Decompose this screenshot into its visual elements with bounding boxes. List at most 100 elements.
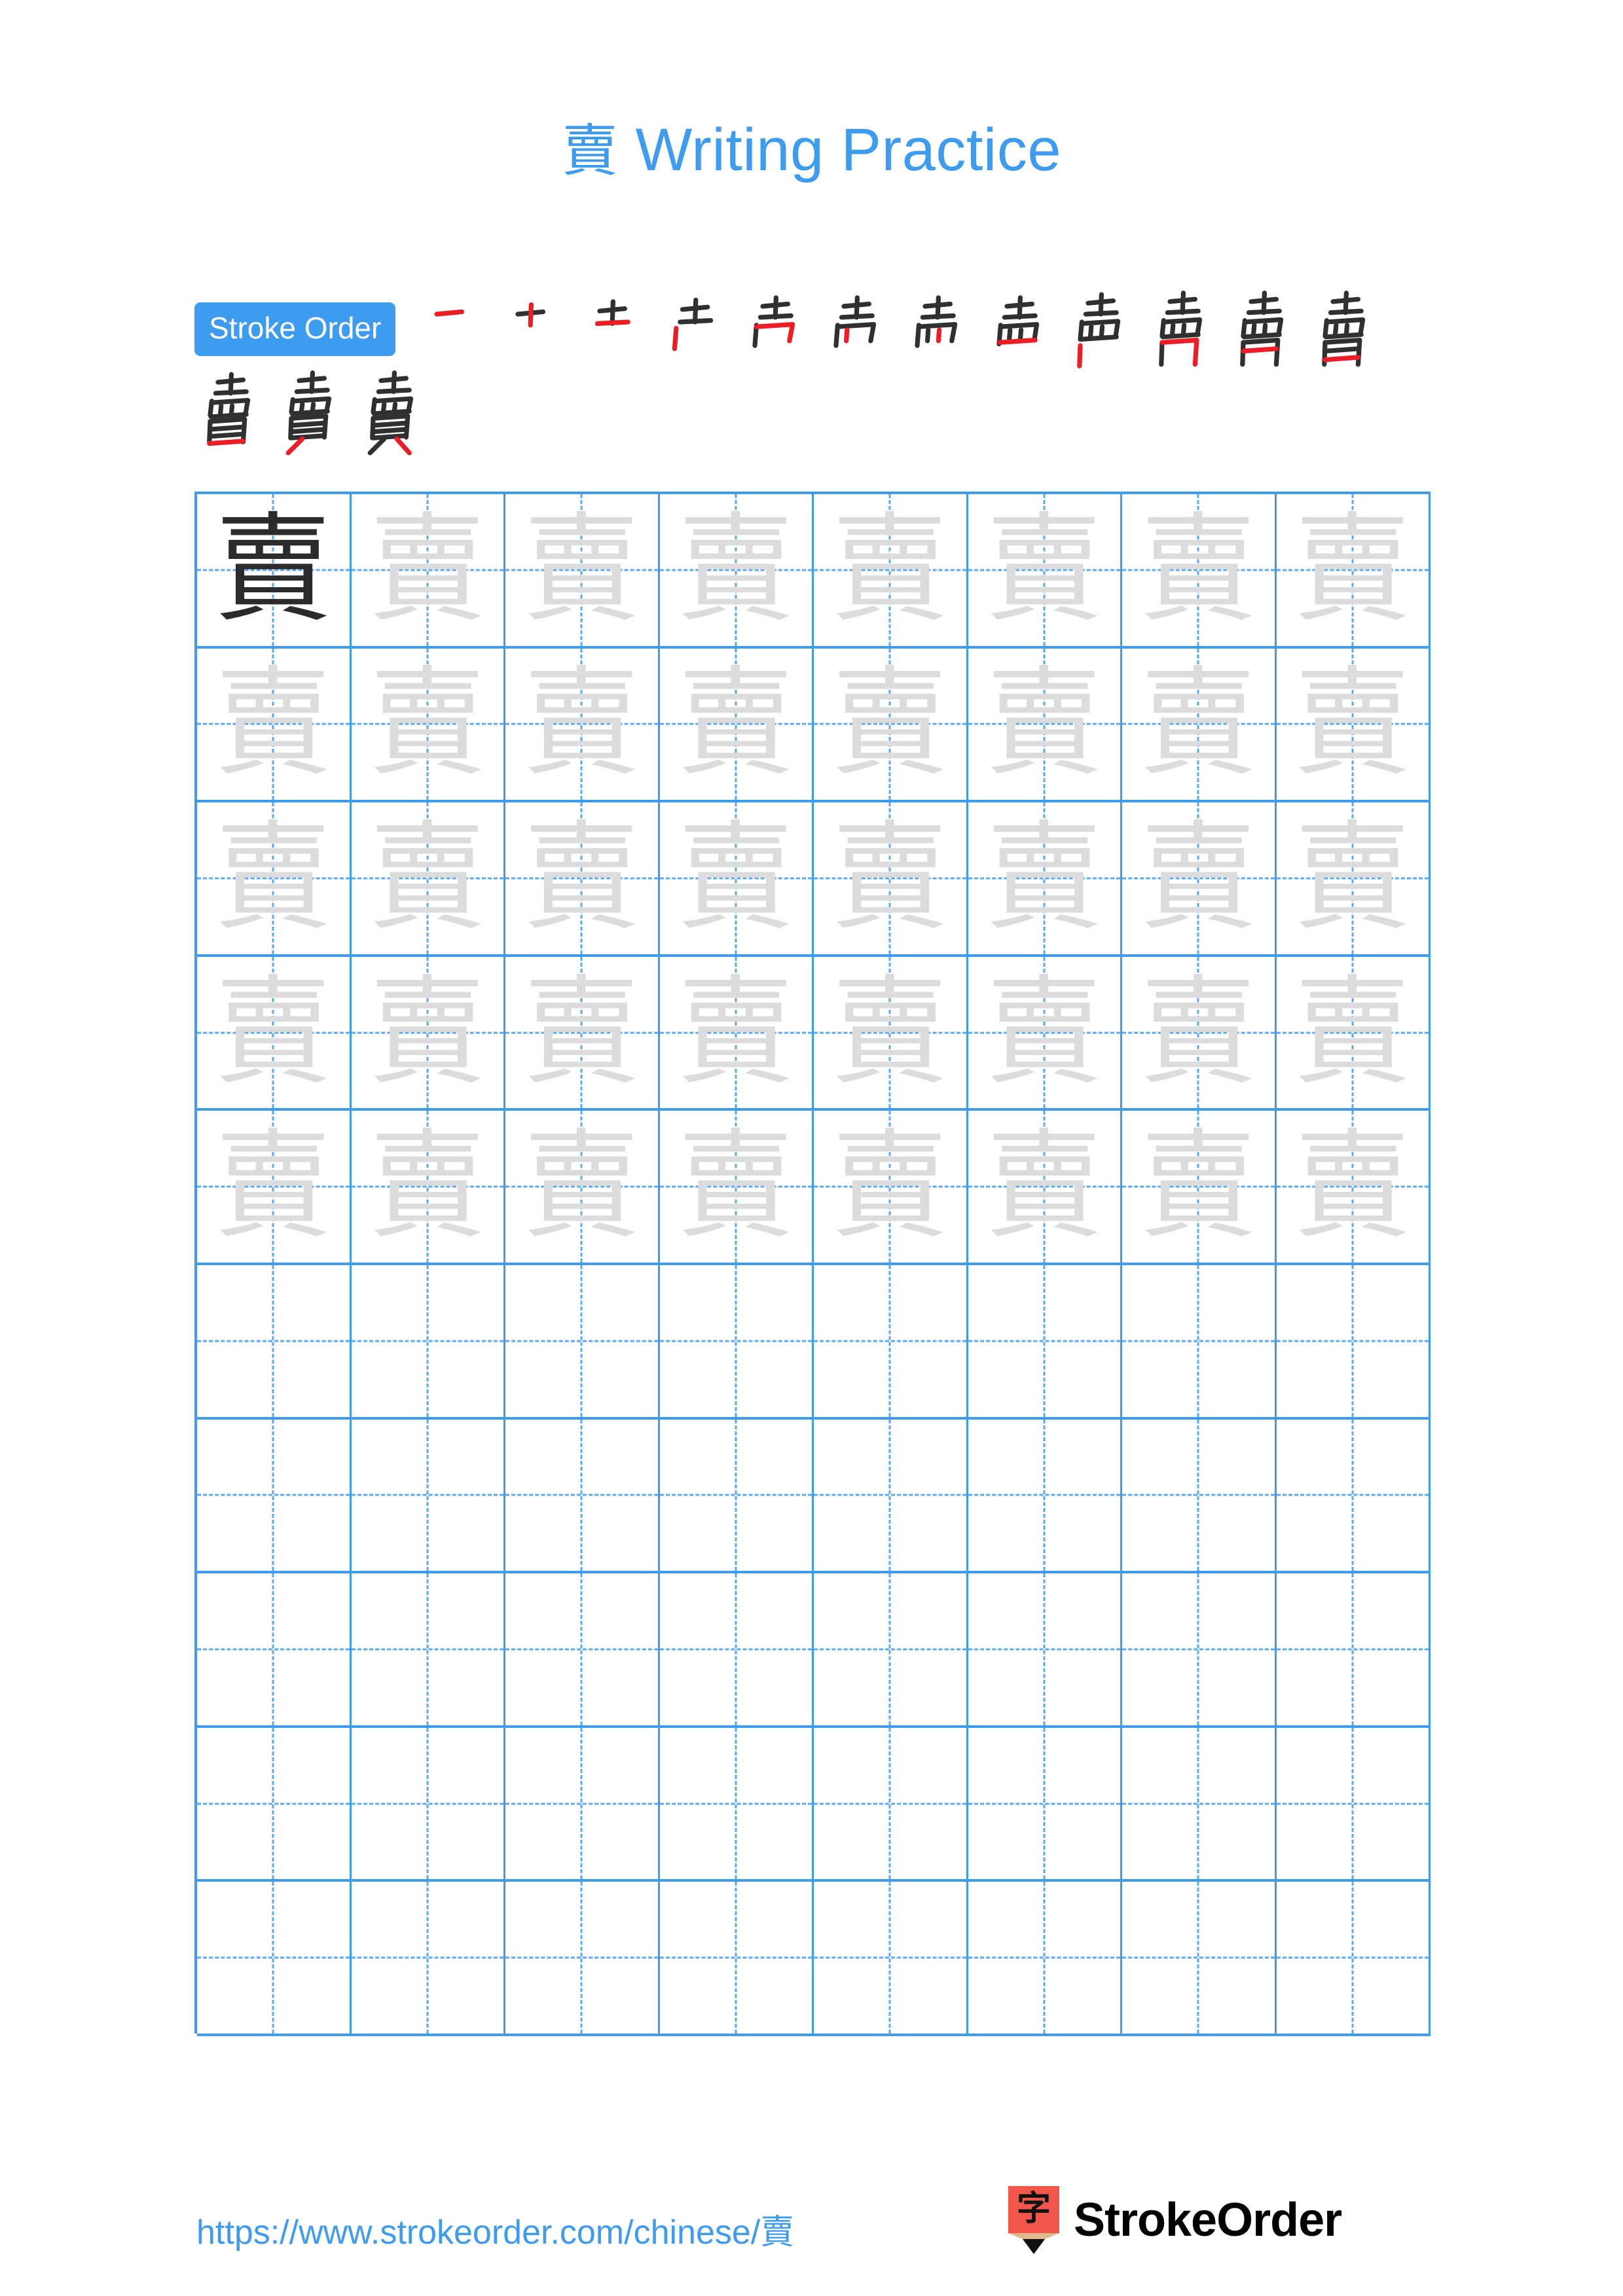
practice-cell[interactable]	[968, 1882, 1122, 2034]
practice-cell[interactable]	[1122, 1419, 1277, 1571]
practice-cell[interactable]: 賣	[1122, 956, 1277, 1109]
practice-cell-character: 賣	[831, 809, 949, 946]
stroke-order-section: Stroke Order	[194, 291, 1438, 456]
practice-grid-row: 賣賣賣賣賣賣賣賣	[197, 956, 1431, 1111]
practice-cell[interactable]: 賣	[659, 648, 814, 800]
practice-cell[interactable]: 賣	[1122, 648, 1277, 800]
practice-cell-character: 賣	[368, 655, 486, 793]
practice-cell[interactable]: 賣	[1276, 1111, 1431, 1263]
practice-cell[interactable]	[505, 1419, 660, 1571]
practice-cell[interactable]	[814, 1573, 968, 1725]
practice-cell[interactable]: 賣	[1276, 648, 1431, 800]
practice-cell[interactable]	[659, 1419, 814, 1571]
practice-cell[interactable]	[659, 1882, 814, 2034]
practice-cell[interactable]	[814, 1265, 968, 1417]
practice-cell[interactable]	[814, 1419, 968, 1571]
practice-cell[interactable]	[1276, 1419, 1431, 1571]
practice-cell[interactable]: 賣	[197, 802, 352, 954]
practice-cell[interactable]	[659, 1573, 814, 1725]
practice-cell[interactable]: 賣	[505, 648, 660, 800]
practice-cell-character: 賣	[1139, 963, 1258, 1101]
practice-cell[interactable]: 賣	[814, 802, 968, 954]
practice-cell[interactable]: 賣	[197, 1111, 352, 1263]
practice-cell[interactable]	[1276, 1573, 1431, 1725]
practice-cell[interactable]: 賣	[814, 494, 968, 646]
practice-cell[interactable]	[1276, 1882, 1431, 2034]
practice-cell[interactable]	[351, 1727, 505, 1880]
practice-cell[interactable]	[968, 1265, 1122, 1417]
practice-cell[interactable]: 賣	[968, 956, 1122, 1109]
practice-cell[interactable]	[1276, 1727, 1431, 1880]
practice-cell-character: 賣	[1293, 655, 1412, 793]
practice-cell[interactable]	[351, 1265, 505, 1417]
practice-cell[interactable]	[197, 1573, 352, 1725]
practice-cell-character: 賣	[831, 655, 949, 793]
practice-cell[interactable]	[1122, 1882, 1277, 2034]
practice-cell[interactable]	[505, 1727, 660, 1880]
practice-cell-character: 賣	[522, 655, 641, 793]
practice-cell[interactable]	[1276, 1265, 1431, 1417]
practice-cell[interactable]	[351, 1882, 505, 2034]
cell-horizontal-guide	[659, 1956, 812, 1959]
practice-cell[interactable]	[968, 1727, 1122, 1880]
practice-cell[interactable]: 賣	[1276, 956, 1431, 1109]
practice-cell[interactable]	[1122, 1727, 1277, 1880]
practice-cell[interactable]: 賣	[968, 648, 1122, 800]
practice-cell[interactable]: 賣	[814, 956, 968, 1109]
practice-cell-character: 賣	[1293, 501, 1412, 638]
practice-grid-row: 賣賣賣賣賣賣賣賣	[197, 494, 1431, 649]
practice-cell[interactable]: 賣	[814, 1111, 968, 1263]
practice-cell-character: 賣	[214, 963, 333, 1101]
practice-cell[interactable]	[197, 1419, 352, 1571]
practice-cell[interactable]	[1122, 1265, 1277, 1417]
practice-cell[interactable]: 賣	[659, 494, 814, 646]
practice-cell[interactable]: 賣	[505, 956, 660, 1109]
practice-cell[interactable]	[659, 1265, 814, 1417]
practice-cell[interactable]	[351, 1573, 505, 1725]
practice-cell[interactable]: 賣	[968, 494, 1122, 646]
practice-cell[interactable]	[1122, 1573, 1277, 1725]
practice-cell[interactable]: 賣	[1122, 1111, 1277, 1263]
practice-cell[interactable]: 賣	[351, 494, 505, 646]
practice-cell[interactable]: 賣	[1122, 802, 1277, 954]
practice-cell[interactable]: 賣	[659, 802, 814, 954]
practice-cell[interactable]	[814, 1727, 968, 1880]
practice-cell-character: 賣	[368, 501, 486, 638]
practice-cell[interactable]	[814, 1882, 968, 2034]
practice-cell[interactable]: 賣	[968, 802, 1122, 954]
practice-cell-model[interactable]: 賣	[197, 494, 352, 646]
practice-cell[interactable]	[197, 1265, 352, 1417]
practice-cell[interactable]: 賣	[968, 1111, 1122, 1263]
cell-horizontal-guide	[968, 1494, 1120, 1496]
practice-cell[interactable]	[505, 1882, 660, 2034]
practice-cell[interactable]: 賣	[814, 648, 968, 800]
practice-cell[interactable]: 賣	[351, 648, 505, 800]
practice-cell[interactable]: 賣	[505, 1111, 660, 1263]
practice-cell[interactable]: 賣	[197, 956, 352, 1109]
stroke-step-7	[902, 291, 980, 369]
practice-cell[interactable]: 賣	[1276, 802, 1431, 954]
practice-cell[interactable]: 賣	[351, 802, 505, 954]
practice-cell[interactable]: 賣	[659, 956, 814, 1109]
practice-cell[interactable]	[505, 1265, 660, 1417]
practice-cell[interactable]: 賣	[1276, 494, 1431, 646]
practice-cell[interactable]	[968, 1419, 1122, 1571]
practice-cell[interactable]	[197, 1882, 352, 2034]
practice-cell[interactable]: 賣	[197, 648, 352, 800]
practice-cell[interactable]: 賣	[505, 494, 660, 646]
practice-cell[interactable]: 賣	[351, 956, 505, 1109]
practice-cell[interactable]: 賣	[1122, 494, 1277, 646]
practice-cell[interactable]	[351, 1419, 505, 1571]
practice-cell[interactable]	[505, 1573, 660, 1725]
practice-cell-character: 賣	[1139, 501, 1258, 638]
cell-horizontal-guide	[1122, 1648, 1275, 1651]
practice-cell[interactable]	[968, 1573, 1122, 1725]
practice-cell[interactable]: 賣	[351, 1111, 505, 1263]
footer-url[interactable]: https://www.strokeorder.com/chinese/賣	[196, 2204, 794, 2253]
practice-cell[interactable]	[197, 1727, 352, 1880]
practice-cell[interactable]: 賣	[659, 1111, 814, 1263]
practice-cell[interactable]: 賣	[505, 802, 660, 954]
practice-cell[interactable]	[659, 1727, 814, 1880]
cell-horizontal-guide	[1276, 1494, 1429, 1496]
stroke-step-11	[1228, 291, 1306, 369]
